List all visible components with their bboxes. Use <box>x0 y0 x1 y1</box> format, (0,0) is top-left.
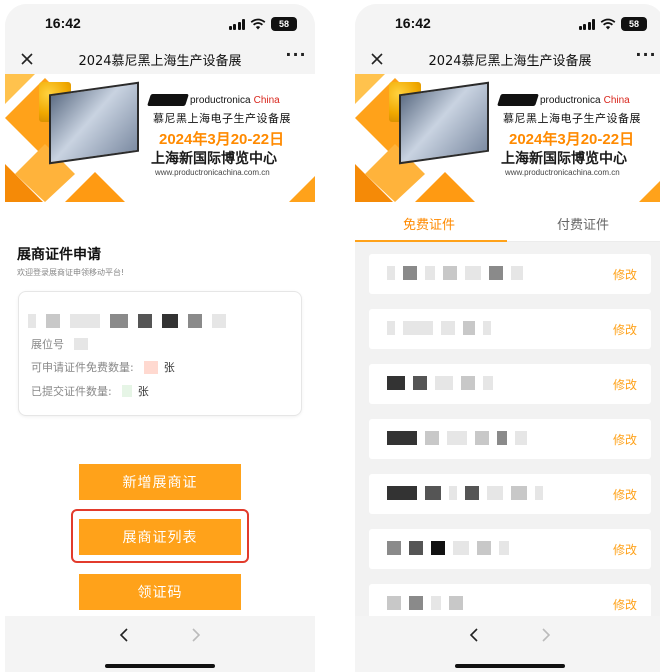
pass-holder-redacted <box>387 486 543 500</box>
browser-bottom-bar <box>355 616 660 672</box>
pass-list-item: 修改 <box>369 474 651 514</box>
status-icons: 58 <box>228 16 297 32</box>
free-quota-value-redacted <box>143 360 158 374</box>
banner-corner-decoration <box>639 176 660 202</box>
battery-icon: 58 <box>621 17 647 31</box>
nav-bar: 2024慕尼黑上海生产设备展 ··· <box>5 44 315 74</box>
brand-region: China <box>253 94 280 106</box>
pass-list-item: 修改 <box>369 364 651 404</box>
pass-holder-redacted <box>387 431 527 445</box>
collection-code-button[interactable]: 领证码 <box>79 574 241 610</box>
pass-holder-redacted <box>387 596 463 610</box>
phone-screen-right: 16:42 58 2024慕尼黑上海生产设备展 ··· productronic… <box>355 4 660 672</box>
brand-region: China <box>603 94 630 106</box>
expo-banner: productronica China 慕尼黑上海电子生产设备展 2024年3月… <box>5 74 315 202</box>
wifi-icon <box>250 18 266 30</box>
browser-bottom-bar <box>5 616 315 672</box>
page-title: 2024慕尼黑上海生产设备展 <box>78 54 242 69</box>
tab-paid-pass[interactable]: 付费证件 <box>557 214 609 233</box>
banner-subtitle: 慕尼黑上海电子生产设备展 <box>153 112 291 125</box>
phone-screen-left: 16:42 58 2024慕尼黑上海生产设备展 ··· productronic… <box>5 4 315 672</box>
status-time: 16:42 <box>45 15 81 31</box>
exhibitor-application-panel: 展商证件申请 欢迎登录展商证申领移动平台! 展位号 可申请证件免费数量: 张 已… <box>5 202 315 620</box>
submitted-count-unit: 张 <box>137 385 149 398</box>
free-quota-row: 可申请证件免费数量: 张 <box>31 359 175 375</box>
submitted-count-value-redacted <box>121 385 132 397</box>
banner-url: www.productronicachina.com.cn <box>155 168 270 177</box>
brand-logo-row: productronica China <box>147 94 280 106</box>
pass-type-tabs: 免费证件 付费证件 <box>355 202 660 242</box>
home-indicator <box>105 664 215 668</box>
forward-arrow-icon[interactable] <box>189 626 203 644</box>
signal-icon <box>578 18 595 30</box>
booth-number-row: 展位号 <box>31 336 88 352</box>
edit-link[interactable]: 修改 <box>613 321 637 338</box>
expo-banner: productronica China 慕尼黑上海电子生产设备展 2024年3月… <box>355 74 660 202</box>
edit-link[interactable]: 修改 <box>613 486 637 503</box>
back-arrow-icon[interactable] <box>117 626 131 644</box>
productronica-logo <box>147 94 189 106</box>
home-indicator <box>455 664 565 668</box>
banner-url: www.productronicachina.com.cn <box>505 168 620 177</box>
banner-date: 2024年3月20-22日 <box>159 131 285 148</box>
page-title: 2024慕尼黑上海生产设备展 <box>428 54 592 69</box>
banner-image-factory <box>399 81 489 165</box>
status-icons: 58 <box>578 16 647 32</box>
status-bar: 16:42 58 <box>5 4 315 44</box>
edit-link[interactable]: 修改 <box>613 541 637 558</box>
pass-holder-redacted <box>387 321 491 335</box>
add-exhibitor-pass-button[interactable]: 新增展商证 <box>79 464 241 500</box>
battery-icon: 58 <box>271 17 297 31</box>
pass-holder-redacted <box>387 376 493 390</box>
banner-image-factory <box>49 81 139 165</box>
edit-link[interactable]: 修改 <box>613 376 637 393</box>
nav-bar: 2024慕尼黑上海生产设备展 ··· <box>355 44 660 74</box>
more-icon[interactable]: ··· <box>635 47 657 67</box>
booth-number-label: 展位号 <box>31 338 64 351</box>
pass-list-item: 修改 <box>369 529 651 569</box>
forward-arrow-icon[interactable] <box>539 626 553 644</box>
pass-holder-redacted <box>387 266 523 280</box>
banner-venue: 上海新国际博览中心 <box>501 151 627 167</box>
banner-subtitle: 慕尼黑上海电子生产设备展 <box>503 112 641 125</box>
section-subtitle: 欢迎登录展商证申领移动平台! <box>17 268 125 277</box>
pass-list-item: 修改 <box>369 419 651 459</box>
pass-holder-redacted <box>387 541 509 555</box>
close-icon[interactable] <box>17 49 37 69</box>
more-icon[interactable]: ··· <box>285 47 307 67</box>
back-arrow-icon[interactable] <box>467 626 481 644</box>
edit-link[interactable]: 修改 <box>613 431 637 448</box>
active-tab-indicator <box>355 240 507 242</box>
brand-name: productronica <box>540 94 601 106</box>
brand-logo-row: productronica China <box>497 94 630 106</box>
wifi-icon <box>600 18 616 30</box>
status-bar: 16:42 58 <box>355 4 660 44</box>
free-quota-label: 可申请证件免费数量: <box>31 361 134 374</box>
brand-name: productronica <box>190 94 251 106</box>
tab-free-pass[interactable]: 免费证件 <box>403 214 455 233</box>
banner-venue: 上海新国际博览中心 <box>151 151 277 167</box>
submitted-count-label: 已提交证件数量: <box>31 385 112 398</box>
exhibitor-info-card: 展位号 可申请证件免费数量: 张 已提交证件数量: 张 <box>18 291 302 416</box>
status-time: 16:42 <box>395 15 431 31</box>
edit-link[interactable]: 修改 <box>613 266 637 283</box>
banner-corner-decoration <box>289 176 315 202</box>
company-name-redacted <box>28 314 226 328</box>
signal-icon <box>228 18 245 30</box>
close-icon[interactable] <box>367 49 387 69</box>
free-quota-unit: 张 <box>163 361 175 374</box>
exhibitor-pass-list-button[interactable]: 展商证列表 <box>79 519 241 555</box>
booth-number-value-redacted <box>74 338 88 350</box>
banner-date: 2024年3月20-22日 <box>509 131 635 148</box>
pass-list-item: 修改 <box>369 309 651 349</box>
productronica-logo <box>497 94 539 106</box>
pass-list-item: 修改 <box>369 254 651 294</box>
section-title: 展商证件申请 <box>17 247 101 263</box>
edit-link[interactable]: 修改 <box>613 596 637 613</box>
submitted-count-row: 已提交证件数量: 张 <box>31 383 149 399</box>
